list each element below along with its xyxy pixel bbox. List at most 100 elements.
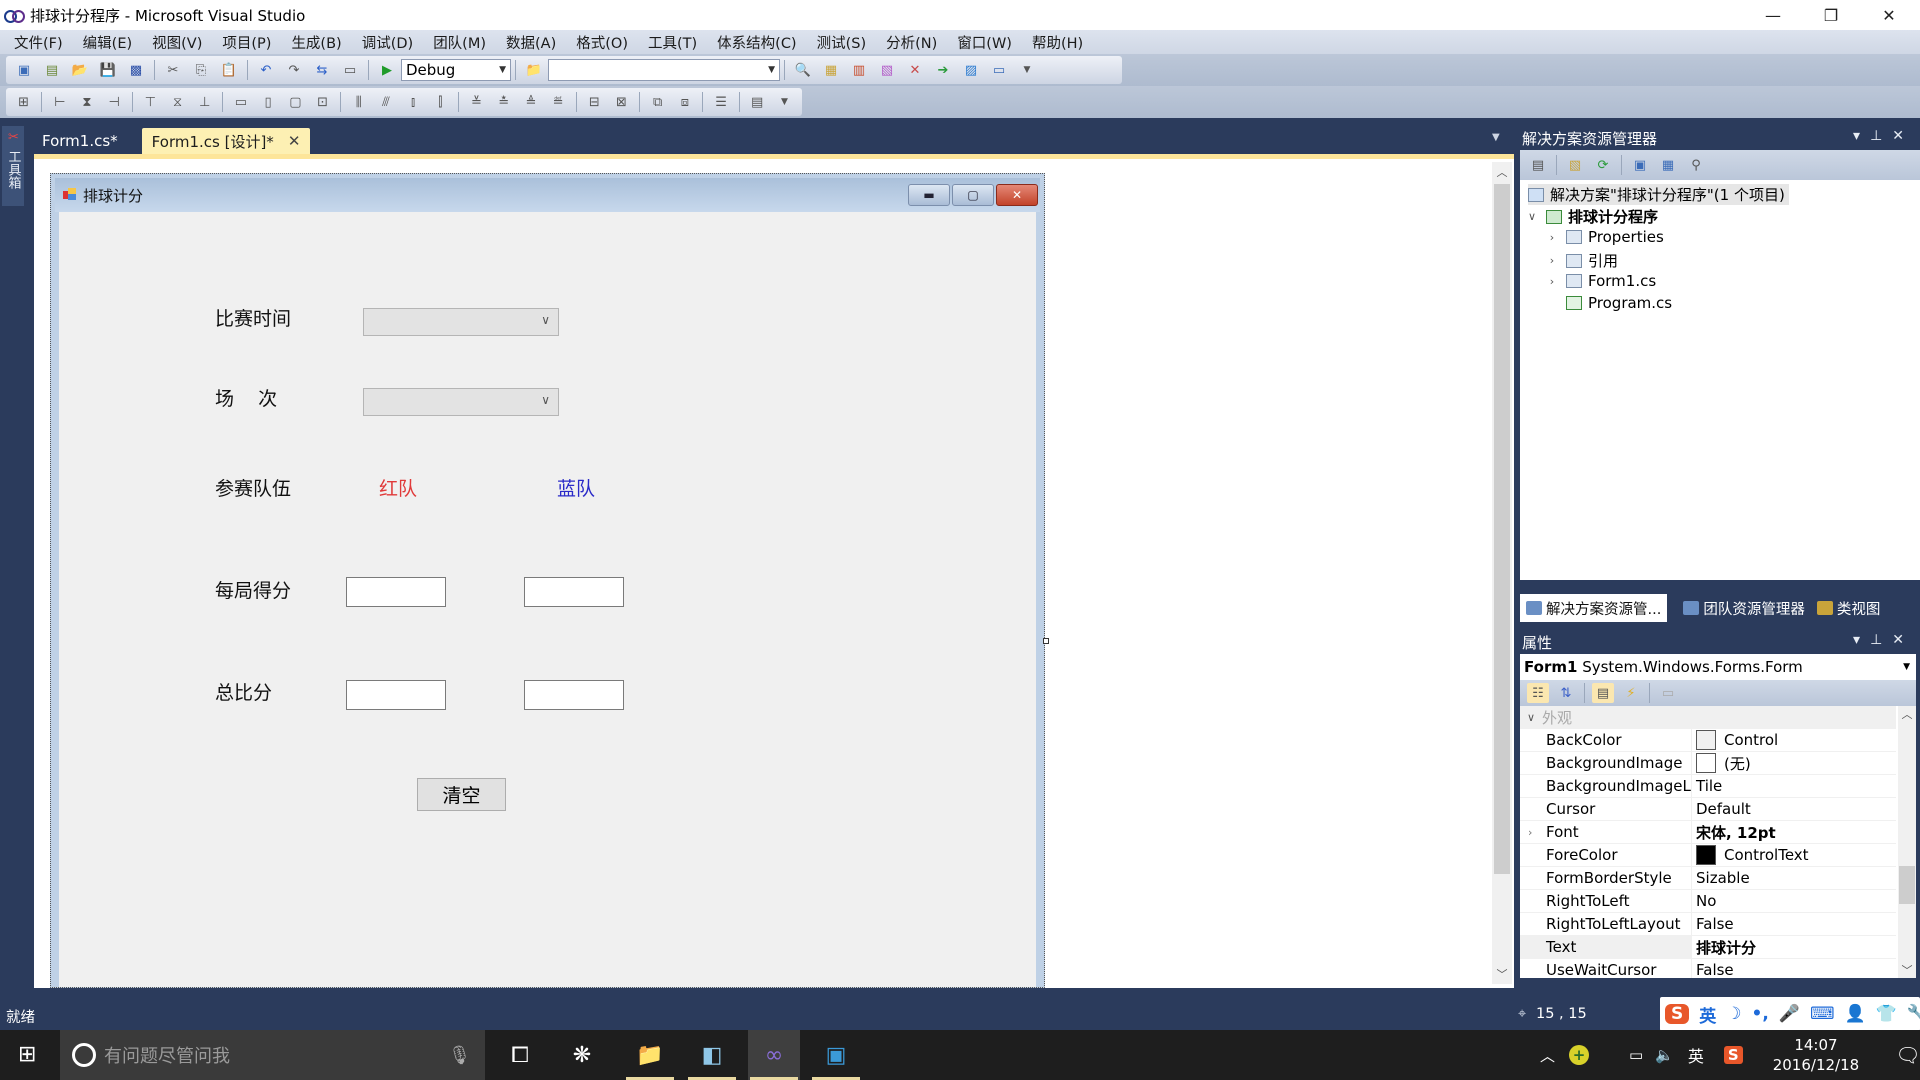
tab-form1-code[interactable]: Form1.cs*: [32, 128, 128, 154]
categorized-icon[interactable]: ☷: [1527, 683, 1549, 703]
menu-team[interactable]: 团队(M): [423, 32, 496, 53]
menu-debug[interactable]: 调试(D): [352, 32, 423, 53]
view-designer-icon[interactable]: ▦: [1657, 155, 1679, 175]
align-rights-icon[interactable]: ⊣: [104, 92, 125, 112]
properties-icon[interactable]: ▦: [820, 60, 842, 80]
send-to-back-icon[interactable]: ⧈: [674, 92, 695, 112]
show-hidden-icons-icon[interactable]: ︿: [1540, 1045, 1555, 1066]
v-spacing-remove-icon[interactable]: ≝: [548, 92, 569, 112]
lock-controls-icon[interactable]: ▤: [747, 92, 768, 112]
paste-icon[interactable]: 📋: [218, 60, 240, 80]
align-tops-icon[interactable]: ⊤: [140, 92, 161, 112]
user-icon[interactable]: 👤: [1845, 1004, 1866, 1024]
center-horizontally-icon[interactable]: ⊟: [584, 92, 605, 112]
scroll-up-icon[interactable]: ︿: [1492, 164, 1512, 180]
red-set-score-input[interactable]: [346, 577, 446, 607]
form-resize-handle[interactable]: [1043, 638, 1049, 644]
tab-solution-explorer[interactable]: 解决方案资源管...: [1520, 594, 1668, 622]
form-close-button[interactable]: ✕: [996, 184, 1038, 206]
properties-scrollbar[interactable]: ︿ ﹀: [1898, 706, 1916, 978]
h-spacing-remove-icon[interactable]: ⫿: [430, 92, 451, 112]
h-spacing-equal-icon[interactable]: ⫼: [348, 92, 369, 112]
taskbar-app-icon-3[interactable]: ▣: [810, 1030, 862, 1080]
menu-test[interactable]: 测试(S): [807, 32, 877, 53]
align-centers-icon[interactable]: ⧗: [76, 92, 97, 112]
h-spacing-decrease-icon[interactable]: ⫾: [403, 92, 424, 112]
start-debug-icon[interactable]: ▶: [376, 60, 398, 80]
panel-menu-icon[interactable]: ▾: [1853, 632, 1870, 648]
collapse-icon[interactable]: ∨: [1524, 210, 1540, 223]
collapse-icon[interactable]: ∨: [1520, 711, 1542, 724]
toolbox-icon[interactable]: ▧: [876, 60, 898, 80]
object-browser-icon[interactable]: ▥: [848, 60, 870, 80]
team-icon[interactable]: ▨: [960, 60, 982, 80]
property-row[interactable]: RightToLeft No: [1520, 889, 1896, 913]
taskbar-app-icon[interactable]: ❋: [556, 1030, 608, 1080]
output-icon[interactable]: ▭: [988, 60, 1010, 80]
save-icon[interactable]: 💾: [97, 60, 119, 80]
menu-view[interactable]: 视图(V): [142, 32, 212, 53]
close-panel-icon[interactable]: ✕: [1892, 128, 1914, 144]
center-vertically-icon[interactable]: ⊠: [611, 92, 632, 112]
skin-icon[interactable]: 👕: [1876, 1004, 1897, 1024]
add-item-icon[interactable]: ▤: [41, 60, 63, 80]
property-row[interactable]: ForeColor ControlText: [1520, 843, 1896, 867]
blue-total-score-input[interactable]: [524, 680, 624, 710]
expand-icon[interactable]: ›: [1544, 254, 1560, 267]
menu-data[interactable]: 数据(A): [496, 32, 566, 53]
align-lefts-icon[interactable]: ⊢: [49, 92, 70, 112]
menu-format[interactable]: 格式(O): [566, 32, 638, 53]
menu-edit[interactable]: 编辑(E): [73, 32, 142, 53]
pin-icon[interactable]: ⊥: [1870, 128, 1892, 144]
cortana-search-box[interactable]: 有问题尽管问我 🎙: [60, 1030, 485, 1080]
view-code-icon[interactable]: ▣: [1629, 155, 1651, 175]
same-width-icon[interactable]: ▭: [230, 92, 251, 112]
close-tab-icon[interactable]: ✕: [288, 132, 301, 150]
voice-input-icon[interactable]: 🎤: [1779, 1004, 1800, 1024]
property-row[interactable]: Cursor Default: [1520, 797, 1896, 821]
tree-project-node[interactable]: ∨ 排球计分程序: [1524, 206, 1658, 227]
tab-form1-design[interactable]: Form1.cs [设计]* ✕: [141, 128, 311, 154]
open-icon[interactable]: 📂: [69, 60, 91, 80]
h-spacing-increase-icon[interactable]: ⫻: [375, 92, 396, 112]
volume-icon[interactable]: 🔈: [1655, 1046, 1674, 1064]
close-button[interactable]: ✕: [1860, 0, 1918, 30]
tab-order-icon[interactable]: ☰: [710, 92, 731, 112]
tree-solution-node[interactable]: 解决方案"排球计分程序"(1 个项目): [1528, 184, 1789, 205]
category-appearance[interactable]: ∨ 外观: [1520, 706, 1896, 729]
file-explorer-icon[interactable]: 📁: [624, 1030, 676, 1080]
designer-vertical-scrollbar[interactable]: ︿ ﹀: [1492, 162, 1512, 984]
close-panel-icon[interactable]: ✕: [1892, 632, 1914, 648]
menu-window[interactable]: 窗口(W): [947, 32, 1022, 53]
align-to-grid-icon[interactable]: ⊞: [13, 92, 34, 112]
solution-folder-icon[interactable]: 📁: [523, 60, 545, 80]
copy-icon[interactable]: ⎘: [190, 60, 212, 80]
match-time-combobox[interactable]: ∨: [363, 308, 559, 336]
property-row[interactable]: BackgroundImageLayoutTile: [1520, 774, 1896, 798]
class-diagram-icon[interactable]: ⚲: [1685, 155, 1707, 175]
events-icon[interactable]: ⚡: [1620, 683, 1642, 703]
v-spacing-equal-icon[interactable]: ≚: [466, 92, 487, 112]
expand-icon[interactable]: ›: [1528, 826, 1532, 839]
properties-icon[interactable]: ▤: [1527, 155, 1549, 175]
tree-item-properties[interactable]: › Properties: [1544, 228, 1664, 246]
show-all-files-icon[interactable]: ▧: [1564, 155, 1586, 175]
red-total-score-input[interactable]: [346, 680, 446, 710]
tab-team-explorer[interactable]: 团队资源管理器: [1677, 594, 1811, 622]
ime-language-toggle[interactable]: 英: [1699, 1002, 1716, 1027]
tools-icon[interactable]: ✕: [904, 60, 926, 80]
battery-icon[interactable]: ▭: [1629, 1046, 1643, 1064]
property-row[interactable]: RightToLeftLayout False: [1520, 912, 1896, 936]
clear-button[interactable]: 清空: [417, 778, 506, 811]
property-row[interactable]: BackColor Control: [1520, 728, 1896, 752]
sogou-tray-icon[interactable]: S: [1723, 1046, 1743, 1064]
alphabetical-icon[interactable]: ⇅: [1555, 683, 1577, 703]
scroll-down-icon[interactable]: ﹀: [1898, 962, 1916, 978]
expand-icon[interactable]: ›: [1544, 275, 1560, 288]
tree-item-form1[interactable]: › Form1.cs: [1544, 272, 1656, 290]
target-combo[interactable]: ▼: [548, 59, 780, 81]
form-minimize-button[interactable]: ▬: [908, 184, 950, 206]
property-pages-icon[interactable]: ▭: [1657, 683, 1679, 703]
scroll-up-icon[interactable]: ︿: [1898, 706, 1916, 722]
tab-list-dropdown-icon[interactable]: ▼: [1492, 132, 1500, 143]
